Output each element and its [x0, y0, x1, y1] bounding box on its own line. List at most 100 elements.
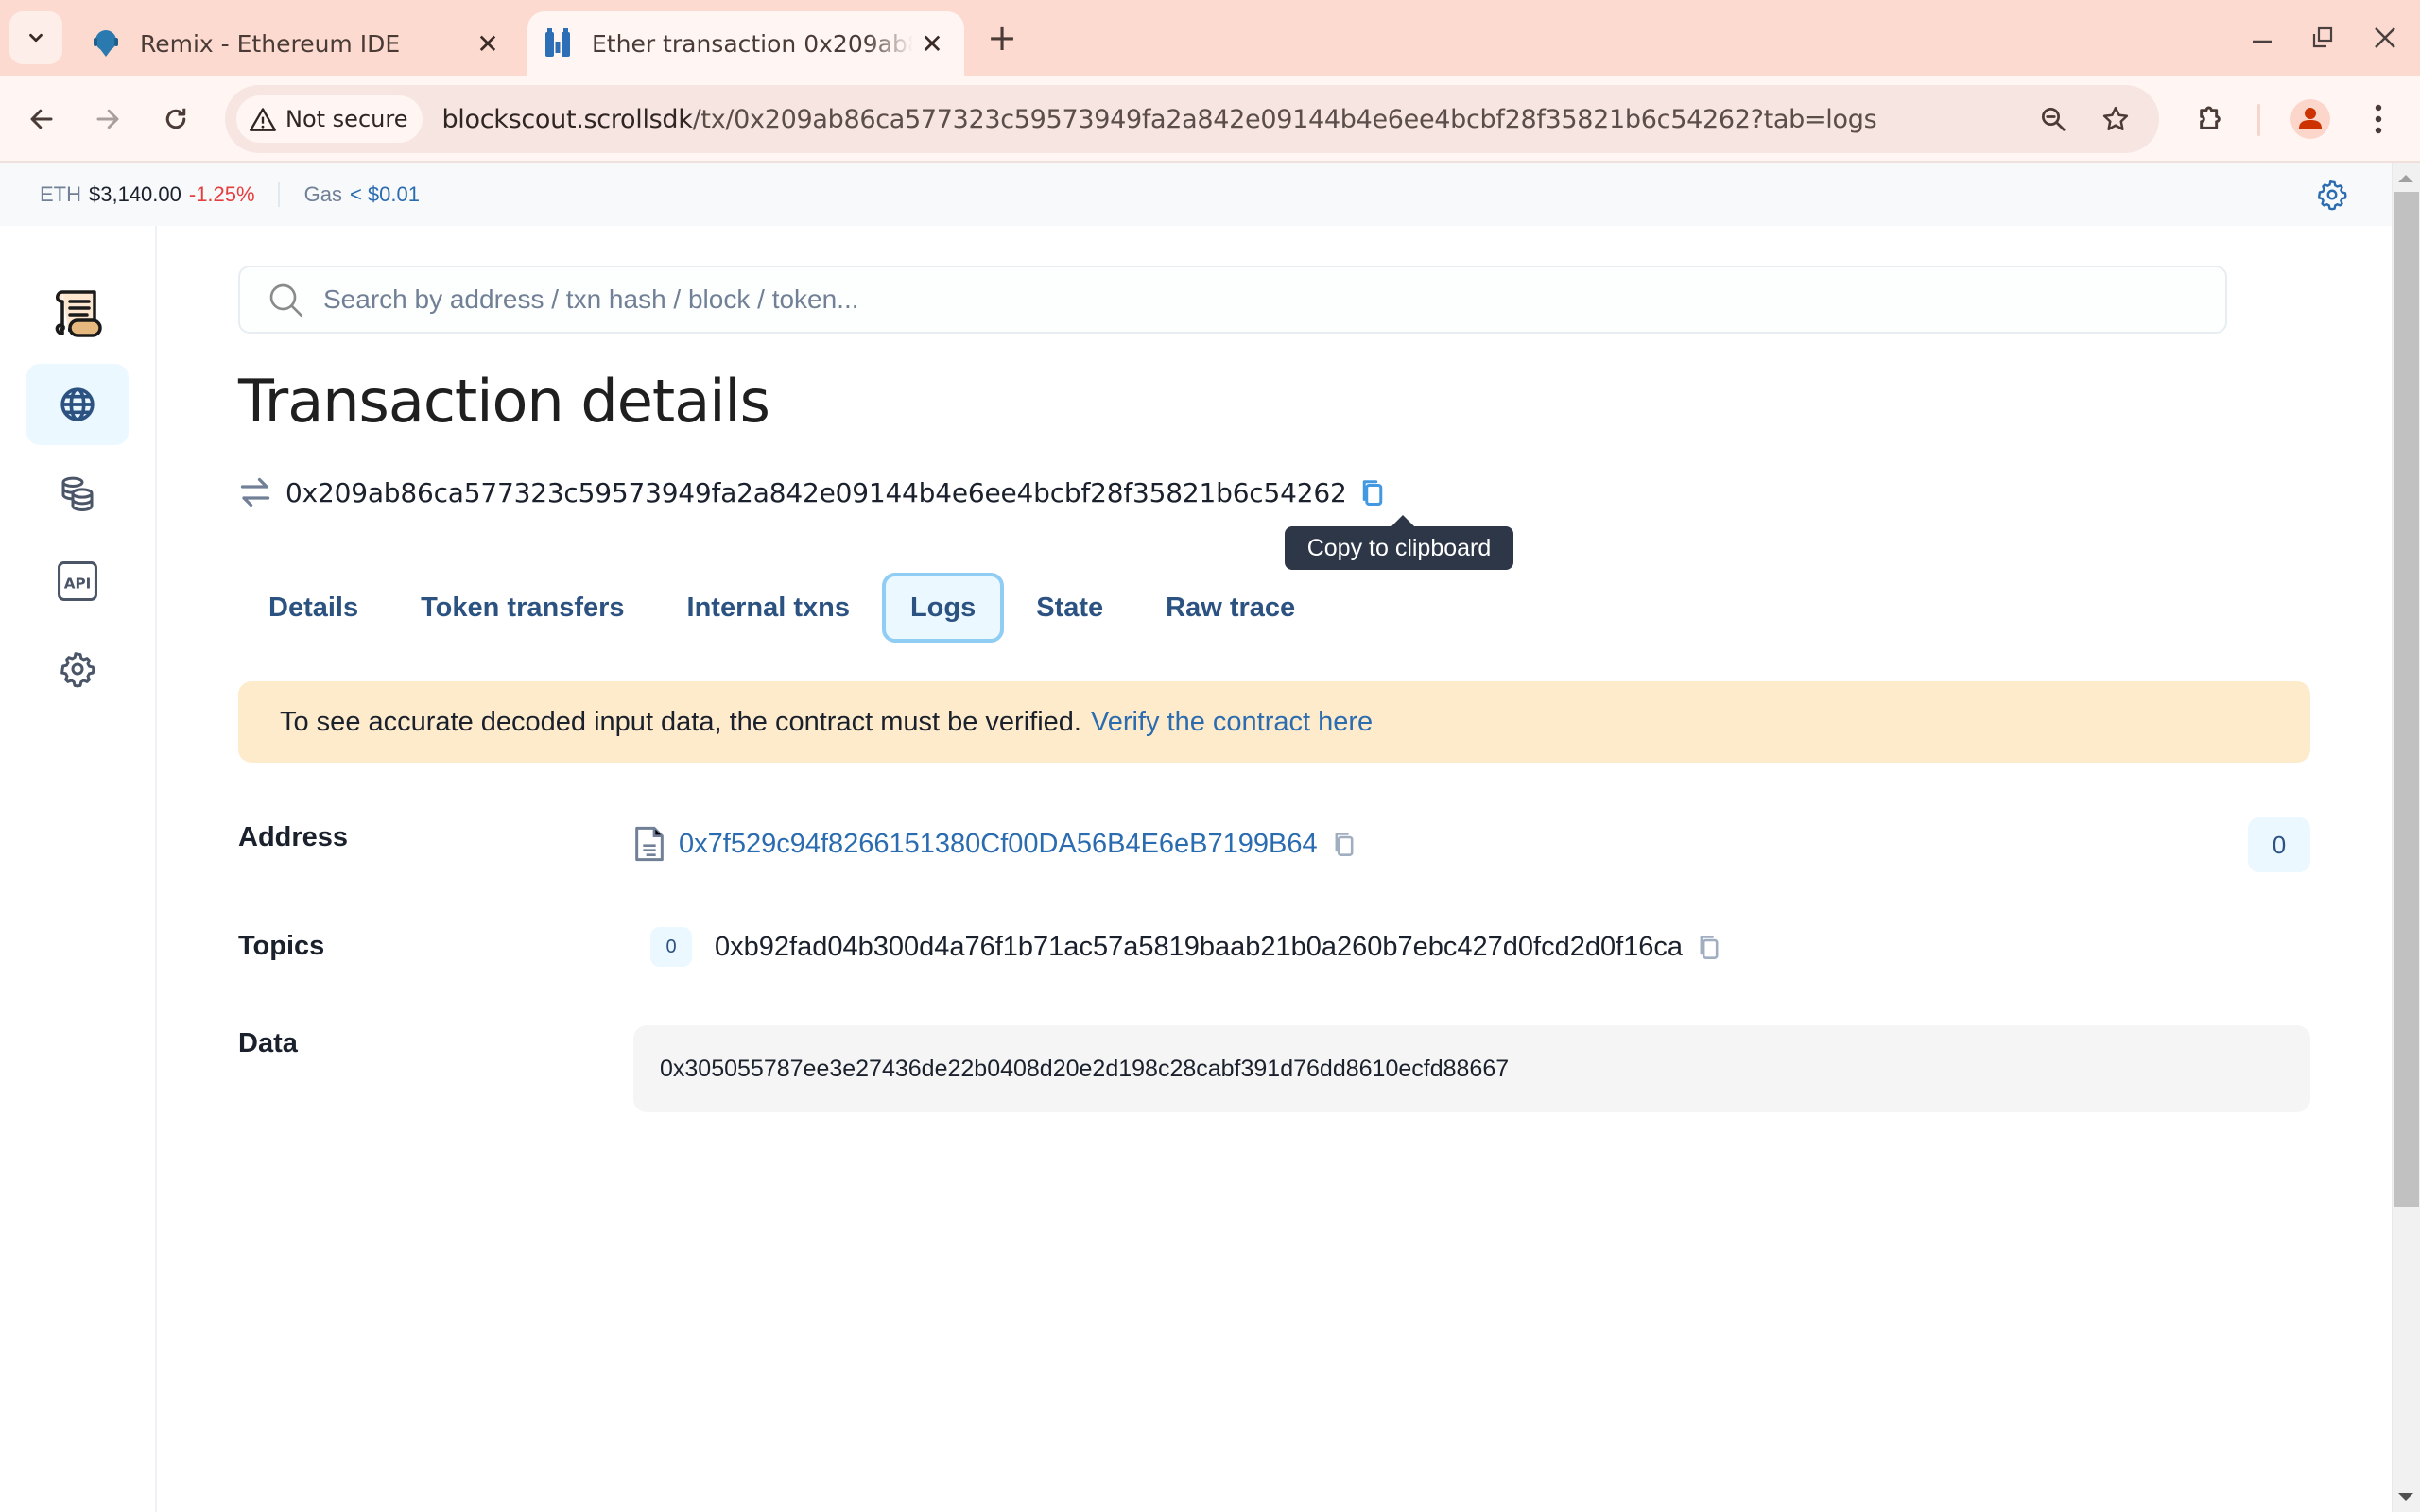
- page-scrollbar[interactable]: [2392, 163, 2420, 1512]
- copy-tooltip: Copy to clipboard: [1285, 515, 1513, 570]
- url-path: /tx/0x209ab86ca577323c59573949fa2a842e09…: [692, 104, 1877, 134]
- sidebar-item-other[interactable]: [26, 628, 129, 710]
- security-label: Not secure: [285, 106, 408, 132]
- zoom-button[interactable]: [2031, 96, 2076, 142]
- warning-icon: [250, 108, 276, 131]
- tab-token-transfers[interactable]: Token transfers: [390, 573, 654, 643]
- arrow-left-icon: [30, 109, 53, 129]
- page: ETH $3,140.00 -1.25% Gas < $0.01 API Sea…: [0, 163, 2392, 1512]
- search-input[interactable]: [323, 284, 2119, 315]
- tab-search-button[interactable]: [9, 11, 62, 64]
- reload-icon: [165, 108, 186, 129]
- tab-title: Remix - Ethereum IDE: [140, 29, 401, 58]
- search-bar[interactable]: [238, 266, 2227, 334]
- settings-button[interactable]: [2316, 179, 2348, 211]
- tab-details[interactable]: Details: [238, 573, 389, 643]
- star-icon: [2102, 106, 2129, 130]
- browser-toolbar: Not secure blockscout.scrollsdk/tx/0x209…: [0, 76, 2420, 163]
- close-icon: ✕: [921, 27, 943, 60]
- bookmark-button[interactable]: [2093, 96, 2138, 142]
- sidebar-item-tokens[interactable]: [26, 453, 129, 534]
- gear-icon: [2317, 180, 2347, 211]
- log-data-value: 0x305055787ee3e27436de22b0408d20e2d198c2…: [660, 1055, 1510, 1082]
- transaction-hash: 0x209ab86ca577323c59573949fa2a842e09144b…: [238, 473, 1387, 511]
- chevron-down-icon: [29, 33, 43, 43]
- restore-button[interactable]: [2299, 17, 2346, 59]
- gear-icon: [60, 652, 95, 688]
- contract-icon: [635, 826, 664, 862]
- profile-button[interactable]: [2288, 96, 2333, 142]
- reload-button[interactable]: [153, 96, 199, 142]
- close-window-button[interactable]: [2361, 17, 2409, 59]
- transaction-tabs: Details Token transfers Internal txns Lo…: [238, 570, 1327, 645]
- globe-icon: [60, 387, 95, 421]
- close-icon: [2375, 27, 2395, 48]
- close-tab-button[interactable]: ✕: [469, 25, 507, 62]
- tab-internal-txns[interactable]: Internal txns: [657, 573, 880, 643]
- verify-contract-alert: To see accurate decoded input data, the …: [238, 681, 2310, 763]
- extensions-button[interactable]: [2187, 96, 2233, 142]
- browser-menu-button[interactable]: [2356, 96, 2401, 142]
- address-label: Address: [238, 822, 349, 852]
- more-vertical-icon: [2375, 104, 2382, 134]
- data-label: Data: [238, 1028, 298, 1058]
- copy-icon[interactable]: [1331, 830, 1357, 858]
- eth-price-change: -1.25%: [188, 182, 255, 206]
- browser-tab-remix[interactable]: Remix - Ethereum IDE ✕: [76, 11, 520, 76]
- avatar-icon: [2290, 99, 2330, 139]
- forward-button[interactable]: [85, 96, 130, 142]
- network-logo[interactable]: [49, 284, 106, 341]
- coins-icon: [61, 476, 94, 512]
- eth-label: ETH: [40, 182, 81, 206]
- minimize-icon: [2253, 40, 2272, 43]
- url-host: blockscout.scrollsdk: [441, 104, 693, 134]
- search-icon: [269, 284, 302, 317]
- verify-contract-link[interactable]: Verify the contract here: [1091, 707, 1373, 738]
- close-icon: ✕: [476, 27, 499, 60]
- transaction-hash-value: 0x209ab86ca577323c59573949fa2a842e09144b…: [285, 476, 1347, 508]
- close-tab-button[interactable]: ✕: [913, 25, 951, 62]
- topbar-divider: [277, 182, 280, 207]
- copy-icon[interactable]: [1358, 478, 1387, 507]
- scroll-up-arrow-icon[interactable]: [2398, 175, 2413, 182]
- zoom-out-icon: [2042, 108, 2066, 131]
- browser-tab-blockscout[interactable]: Ether transaction 0x209ab86ca577323c5957…: [527, 11, 964, 76]
- address-bar[interactable]: Not secure blockscout.scrollsdk/tx/0x209…: [225, 85, 2159, 153]
- tab-state[interactable]: State: [1006, 573, 1133, 643]
- log-data-box: 0x305055787ee3e27436de22b0408d20e2d198c2…: [633, 1025, 2310, 1112]
- new-tab-button[interactable]: +: [983, 17, 1021, 59]
- minimize-button[interactable]: [2238, 17, 2286, 59]
- gas-price-link[interactable]: < $0.01: [350, 182, 420, 207]
- topic-value: 0xb92fad04b300d4a76f1b71ac57a5819baab21b…: [715, 931, 1684, 962]
- url-text[interactable]: blockscout.scrollsdk/tx/0x209ab86ca57732…: [441, 105, 1876, 134]
- log-address-link[interactable]: 0x7f529c94f8266151380Cf00DA56B4E6eB7199B…: [679, 829, 1318, 860]
- topics-label: Topics: [238, 931, 325, 961]
- sidebar-item-api[interactable]: API: [26, 541, 129, 622]
- tab-raw-trace[interactable]: Raw trace: [1135, 573, 1325, 643]
- toolbar-divider: [2257, 104, 2260, 136]
- sidebar: API: [0, 226, 157, 1512]
- log-index-badge: 0: [2248, 817, 2310, 872]
- page-title: Transaction details: [238, 367, 770, 436]
- alert-message: To see accurate decoded input data, the …: [280, 706, 1081, 737]
- scroll-down-arrow-icon[interactable]: [2398, 1493, 2413, 1501]
- gas-label: Gas: [303, 182, 342, 206]
- svg-text:API: API: [64, 576, 92, 593]
- back-button[interactable]: [19, 96, 64, 142]
- eth-price: $3,140.00: [89, 182, 182, 206]
- copy-icon[interactable]: [1696, 933, 1722, 961]
- puzzle-icon: [2200, 106, 2221, 129]
- remix-icon: [91, 28, 121, 59]
- transaction-icon: [240, 477, 270, 507]
- site-info-button[interactable]: Not secure: [236, 95, 424, 143]
- restore-icon: [2312, 26, 2333, 48]
- tab-title: Ether transaction 0x209ab86ca577323c5957…: [592, 29, 913, 58]
- scrollbar-thumb[interactable]: [2394, 192, 2419, 1207]
- sidebar-item-blockchain[interactable]: [26, 364, 129, 445]
- blockscout-icon: [543, 28, 573, 59]
- topic-index-badge: 0: [650, 927, 692, 967]
- log-address: 0x7f529c94f8266151380Cf00DA56B4E6eB7199B…: [633, 817, 1357, 870]
- tab-logs[interactable]: Logs: [881, 573, 1005, 643]
- scroll-logo-icon: [55, 290, 102, 337]
- plus-icon: +: [987, 17, 1017, 59]
